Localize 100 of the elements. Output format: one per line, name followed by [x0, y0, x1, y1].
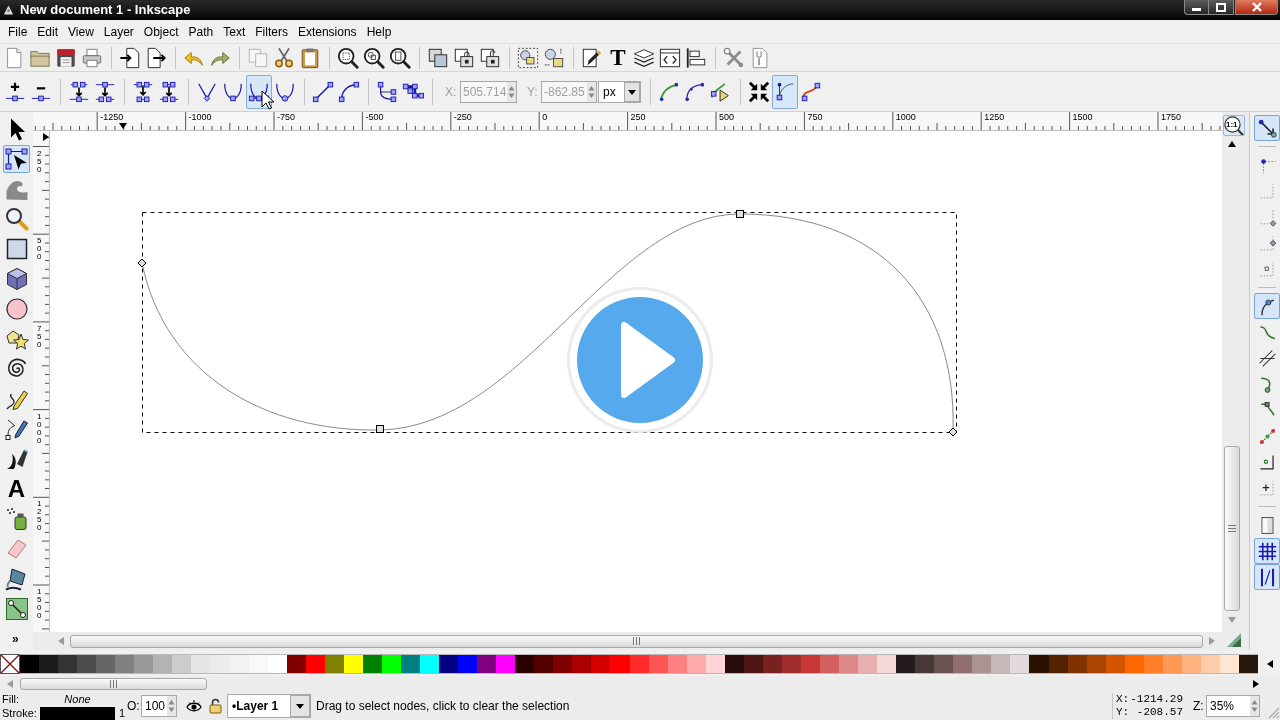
color-swatch[interactable] [248, 654, 268, 674]
color-swatch[interactable] [534, 654, 554, 674]
segment-delete-icon[interactable] [158, 80, 180, 103]
triangle-icon[interactable] [1226, 632, 1242, 648]
padlock-icon[interactable] [209, 698, 222, 714]
joining-nodes-icon[interactable] [68, 80, 90, 103]
maximize-button[interactable] [1209, 0, 1234, 15]
color-swatch[interactable] [1239, 654, 1259, 674]
left-arrow-icon[interactable] [1266, 660, 1275, 668]
color-swatch[interactable] [1048, 654, 1068, 674]
caret-icon[interactable] [290, 695, 310, 717]
color-swatch[interactable] [1010, 654, 1030, 674]
color-swatch[interactable] [77, 654, 97, 674]
curve-with-nodes-icon[interactable] [658, 80, 680, 103]
color-swatch[interactable] [134, 654, 154, 674]
color-swatch[interactable] [58, 654, 78, 674]
menu-item[interactable]: Text [218, 22, 251, 41]
color-swatch[interactable] [553, 654, 573, 674]
color-swatch[interactable] [39, 654, 59, 674]
clipboard-icon[interactable] [299, 46, 321, 69]
color-swatch[interactable] [1067, 654, 1087, 674]
menu-item[interactable]: File [3, 22, 33, 41]
color-swatch[interactable] [439, 654, 459, 674]
zoom-one-to-one-button[interactable]: 1:1 [1223, 115, 1245, 136]
color-swatch[interactable] [743, 654, 763, 674]
menu-item[interactable]: Filters [250, 22, 293, 41]
color-swatch[interactable] [115, 654, 135, 674]
color-swatch[interactable] [515, 654, 535, 674]
color-swatch[interactable] [96, 654, 116, 674]
color-swatch[interactable] [724, 654, 744, 674]
color-swatch[interactable] [305, 654, 325, 674]
color-swatch[interactable] [362, 654, 382, 674]
menu-item[interactable]: Edit [32, 22, 64, 41]
color-swatch[interactable] [934, 654, 954, 674]
pen-on-page-icon[interactable] [581, 46, 603, 69]
color-swatch[interactable] [896, 654, 916, 674]
unit-dropdown[interactable]: px [598, 80, 641, 103]
aligned-bars-icon[interactable] [685, 46, 707, 69]
color-swatch[interactable] [839, 654, 859, 674]
color-swatch[interactable] [477, 654, 497, 674]
color-swatch[interactable] [915, 654, 935, 674]
curve-with-nodes-icon[interactable] [684, 80, 706, 103]
object-to-path-icon[interactable] [376, 80, 398, 103]
more-tools-button[interactable]: » [12, 633, 19, 645]
node-plus-icon[interactable] [4, 80, 26, 103]
inward-arrows-icon[interactable] [748, 80, 770, 103]
color-swatch[interactable] [153, 654, 173, 674]
opacity-field[interactable]: 100 [141, 695, 177, 717]
menu-item[interactable]: Path [183, 22, 219, 41]
color-swatch[interactable] [496, 654, 516, 674]
color-swatch[interactable] [991, 654, 1011, 674]
color-swatch[interactable] [20, 654, 40, 674]
scrollbar-thumb[interactable] [1224, 446, 1240, 611]
play-button-icon[interactable] [567, 287, 713, 433]
curve-outline-icon[interactable] [800, 80, 822, 103]
color-swatch[interactable] [819, 654, 839, 674]
spin-arrows-icon[interactable] [167, 696, 176, 716]
close-button[interactable] [1235, 0, 1278, 15]
square-node-icon[interactable] [736, 210, 744, 218]
color-swatch[interactable] [1029, 654, 1049, 674]
splitting-node-icon[interactable] [94, 80, 116, 103]
color-swatch[interactable] [1105, 654, 1125, 674]
straight-segment-icon[interactable] [312, 80, 334, 103]
arrow-into-page-icon[interactable] [119, 46, 141, 69]
segment-join-icon[interactable] [132, 80, 154, 103]
color-swatch[interactable] [629, 654, 649, 674]
eye-icon[interactable] [186, 699, 202, 713]
arrow-out-of-page-icon[interactable] [145, 46, 167, 69]
color-swatch[interactable] [458, 654, 478, 674]
zoom-field[interactable]: 35% [1206, 695, 1260, 717]
stacked-layers-icon[interactable] [633, 46, 655, 69]
menu-item[interactable]: Extensions [292, 22, 362, 41]
curved-segment-icon[interactable] [338, 80, 360, 103]
scrollbar-thumb[interactable] [70, 634, 1203, 648]
caret-icon[interactable] [624, 81, 640, 102]
toolbar-button[interactable] [772, 74, 798, 109]
color-swatch[interactable] [210, 654, 230, 674]
page-with-wrench-icon[interactable] [749, 46, 771, 69]
layer-dropdown[interactable]: •Layer 1 [227, 694, 311, 718]
color-swatch[interactable] [191, 654, 211, 674]
diamond-node-icon[interactable] [137, 258, 147, 268]
color-swatch[interactable] [591, 654, 611, 674]
color-swatch[interactable] [1181, 654, 1201, 674]
stroke-swatch-icon[interactable] [40, 706, 115, 720]
color-swatch[interactable] [420, 654, 440, 674]
printer-icon[interactable] [81, 46, 103, 69]
color-swatch[interactable] [762, 654, 782, 674]
color-swatch[interactable] [381, 654, 401, 674]
code-window-icon[interactable] [659, 46, 681, 69]
tool-button[interactable]: A [3, 475, 30, 503]
color-swatch[interactable] [858, 654, 878, 674]
color-swatch[interactable] [972, 654, 992, 674]
up-arrow-icon[interactable] [1228, 140, 1236, 148]
color-swatch[interactable] [1162, 654, 1182, 674]
overlapping-squares-icon[interactable] [427, 46, 449, 69]
color-swatch[interactable] [877, 654, 897, 674]
scrollbar-thumb[interactable] [20, 678, 207, 690]
right-arrow-icon[interactable] [1252, 680, 1260, 688]
minimize-button[interactable] [1184, 0, 1209, 15]
square-node-icon[interactable] [376, 425, 384, 433]
